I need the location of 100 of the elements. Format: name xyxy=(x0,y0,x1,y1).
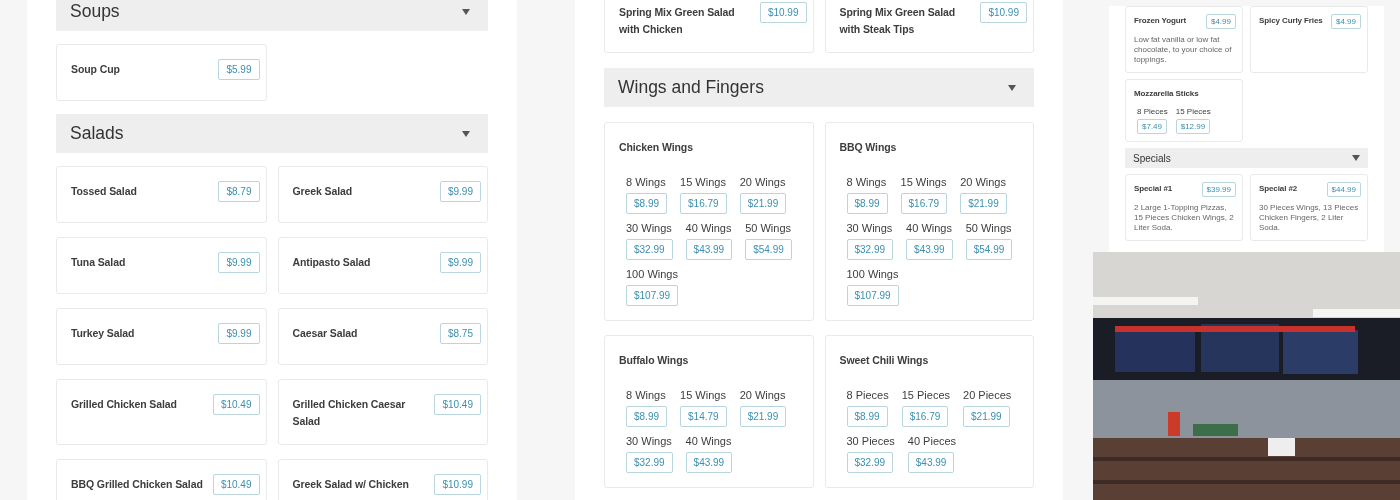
section-header[interactable]: Salads xyxy=(56,114,488,153)
option-label: 20 Wings xyxy=(739,389,786,401)
section-title: Specials xyxy=(1133,152,1171,164)
price-tag[interactable]: $16.79 xyxy=(901,406,949,427)
price-tag[interactable]: $8.75 xyxy=(439,323,481,344)
item-name: Grilled Chicken Caesar Salad xyxy=(292,397,407,429)
option-label: 15 Pieces xyxy=(901,389,950,401)
option-label: 40 Wings xyxy=(906,222,952,234)
option-label: 20 Pieces xyxy=(963,389,1012,401)
option-label: 100 Wings xyxy=(846,268,899,280)
item-name: Special #1 xyxy=(1134,183,1173,194)
caret-icon[interactable] xyxy=(462,8,470,15)
price-tag[interactable]: $107.99 xyxy=(846,285,899,306)
section-title: Soups xyxy=(70,1,120,22)
price-tag[interactable]: $8.99 xyxy=(846,193,888,214)
price-tag[interactable]: $14.79 xyxy=(680,406,727,427)
section-header[interactable]: Wings and Fingers xyxy=(604,68,1034,107)
section-header[interactable]: Soups xyxy=(56,0,488,31)
option-label: 20 Wings xyxy=(960,176,1006,188)
item-name: Spicy Curly Fries xyxy=(1259,15,1323,26)
price-tag[interactable]: $32.99 xyxy=(626,239,673,260)
price-tag[interactable]: $4.99 xyxy=(1205,14,1236,29)
price-tag[interactable]: $107.99 xyxy=(626,285,679,306)
price-tag[interactable]: $10.99 xyxy=(434,474,481,495)
option-label: 40 Pieces xyxy=(907,435,957,447)
option-label: 15 Wings xyxy=(900,176,947,188)
item-name: Spring Mix Green Salad with Chicken xyxy=(619,5,736,37)
item-name: Mozzarella Sticks xyxy=(1134,88,1199,99)
caret-icon[interactable] xyxy=(462,130,470,137)
option-label: 15 Pieces xyxy=(1175,107,1211,116)
price-tag[interactable]: $8.99 xyxy=(626,406,668,427)
price-tag[interactable]: $9.99 xyxy=(439,252,481,273)
option-label: 50 Wings xyxy=(745,222,792,234)
item-name: Greek Salad xyxy=(292,184,353,199)
price-tag[interactable]: $16.79 xyxy=(680,193,727,214)
price-tag[interactable]: $10.99 xyxy=(759,2,807,23)
price-tag[interactable]: $7.49 xyxy=(1137,119,1168,134)
option-label: 100 Wings xyxy=(626,268,678,280)
option-label: 40 Wings xyxy=(685,222,732,234)
price-tag[interactable]: $21.99 xyxy=(963,406,1010,427)
price-tag[interactable]: $12.99 xyxy=(1175,119,1211,134)
option-label: 50 Wings xyxy=(965,222,1012,234)
price-tag[interactable]: $32.99 xyxy=(846,452,894,473)
price-tag[interactable]: $54.99 xyxy=(965,239,1013,260)
item-description: 30 Pieces Wings, 13 Pieces Chicken Fingers, 2 Liter Soda. xyxy=(1259,203,1360,233)
price-tag[interactable]: $21.99 xyxy=(739,406,787,427)
option-label: 30 Wings xyxy=(846,222,893,234)
price-tag[interactable]: $4.99 xyxy=(1330,14,1361,29)
item-name: Chicken Wings xyxy=(619,140,693,155)
option-label: 40 Wings xyxy=(685,435,732,447)
price-tag[interactable]: $21.99 xyxy=(960,193,1007,214)
option-label: 20 Wings xyxy=(739,176,786,188)
item-name: Soup Cup xyxy=(71,62,120,77)
price-tag[interactable]: $21.99 xyxy=(739,193,787,214)
item-name: Grilled Chicken Salad xyxy=(71,397,177,412)
item-name: Tossed Salad xyxy=(71,184,137,199)
item-name: Caesar Salad xyxy=(292,326,358,341)
price-tag[interactable]: $9.99 xyxy=(218,323,260,344)
price-tag[interactable]: $10.99 xyxy=(980,2,1027,23)
item-description: 2 Large 1-Topping Pizzas, 15 Pieces Chicken Wings, 2 Liter Soda. xyxy=(1134,203,1235,233)
item-name: Greek Salad w/ Chicken xyxy=(292,477,409,492)
option-label: 8 Wings xyxy=(626,176,666,188)
item-name: Sweet Chili Wings xyxy=(839,353,929,368)
item-name: Antipasto Salad xyxy=(292,255,371,270)
price-tag[interactable]: $8.99 xyxy=(626,193,668,214)
price-tag[interactable]: $43.99 xyxy=(906,239,953,260)
price-tag[interactable]: $10.49 xyxy=(212,474,260,495)
section-title: Wings and Fingers xyxy=(618,77,764,98)
price-tag[interactable]: $44.99 xyxy=(1326,182,1361,197)
price-tag[interactable]: $5.99 xyxy=(218,59,260,80)
option-label: 30 Pieces xyxy=(846,435,895,447)
price-tag[interactable]: $43.99 xyxy=(685,239,733,260)
option-label: 30 Wings xyxy=(626,222,672,234)
price-tag[interactable]: $9.99 xyxy=(439,181,481,202)
price-tag[interactable]: $10.49 xyxy=(434,394,481,415)
item-name: Frozen Yogurt xyxy=(1134,15,1187,26)
section-title: Salads xyxy=(70,123,124,144)
price-tag[interactable]: $8.79 xyxy=(218,181,260,202)
price-tag[interactable]: $32.99 xyxy=(626,452,673,473)
option-label: 8 Pieces xyxy=(1137,107,1168,116)
caret-icon[interactable] xyxy=(1352,155,1360,161)
price-tag[interactable]: $39.99 xyxy=(1201,182,1236,197)
item-name: Buffalo Wings xyxy=(619,353,689,368)
price-tag[interactable]: $8.99 xyxy=(846,406,888,427)
caret-icon[interactable] xyxy=(1008,84,1016,91)
item-name: Spring Mix Green Salad with Steak Tips xyxy=(839,5,957,37)
price-tag[interactable]: $10.49 xyxy=(212,394,260,415)
price-tag[interactable]: $43.99 xyxy=(685,452,733,473)
option-label: 30 Wings xyxy=(626,435,672,447)
option-label: 8 Wings xyxy=(846,176,887,188)
price-tag[interactable]: $32.99 xyxy=(846,239,894,260)
price-tag[interactable]: $54.99 xyxy=(745,239,792,260)
item-description: Low fat vanilla or low fat chocolate, to your choice of toppings. xyxy=(1134,35,1233,65)
price-tag[interactable]: $16.79 xyxy=(900,193,948,214)
price-tag[interactable]: $43.99 xyxy=(907,452,955,473)
option-label: 8 Wings xyxy=(626,389,666,401)
price-tag[interactable]: $9.99 xyxy=(218,252,260,273)
section-header[interactable]: Specials xyxy=(1125,148,1368,168)
item-name: Tuna Salad xyxy=(71,255,126,270)
item-name: BBQ Wings xyxy=(839,140,897,155)
